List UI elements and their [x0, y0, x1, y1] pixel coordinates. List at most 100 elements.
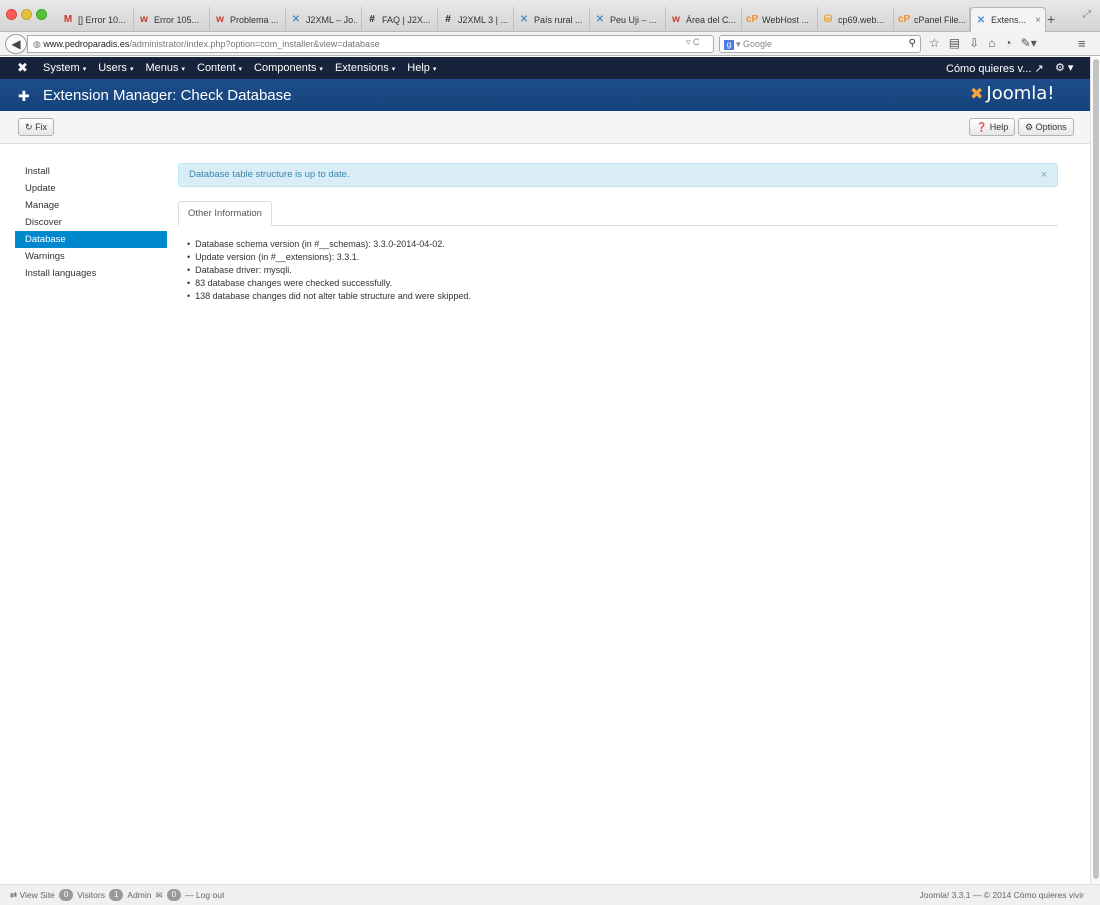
page-header: ✚ Extension Manager: Check Database ✖ Joo… — [0, 79, 1090, 111]
joomla-icon: ✕ — [976, 14, 986, 26]
browser-tab[interactable]: w Problema ... — [210, 7, 286, 32]
site-identity-icon[interactable]: ◍ — [33, 39, 41, 49]
sidebar-item-discover[interactable]: Discover — [15, 214, 167, 231]
browser-tab-label: Peu Uji – ... — [610, 14, 657, 25]
caret-down-icon: ▾ — [391, 66, 396, 73]
menu-item-system[interactable]: System ▾ — [43, 62, 86, 74]
browser-tab[interactable]: ✕ País rural ... — [514, 7, 590, 32]
menu-item-label: System — [43, 62, 80, 74]
hamburger-menu-icon[interactable]: ≡ — [1078, 36, 1086, 51]
menu-item-help[interactable]: Help ▾ — [407, 62, 436, 74]
sidebar-item-update[interactable]: Update — [15, 180, 167, 197]
admin-menu-items: System ▾ Users ▾ Menus ▾ Content ▾ Components ▾ Ex… — [43, 57, 448, 79]
browser-tab[interactable]: ✕ Peu Uji – ... — [590, 7, 666, 32]
envelope-icon[interactable]: ✉ — [156, 890, 163, 901]
url-path: /administrator/index.php?option=com_inst… — [129, 39, 380, 49]
hash-icon: # — [369, 14, 375, 25]
menu-item-menus[interactable]: Menus ▾ — [145, 62, 185, 74]
gear-icon: ⚙ — [1025, 122, 1034, 132]
home-icon[interactable]: ⌂ — [988, 36, 995, 50]
sidebar-item-database[interactable]: Database — [15, 231, 167, 248]
addon-icon[interactable]: ◔ — [1004, 36, 1011, 50]
minimize-window-icon[interactable] — [21, 9, 32, 20]
browser-tab[interactable]: cP WebHost ... — [742, 7, 818, 32]
joomla-admin-menu: ✖ System ▾ Users ▾ Menus ▾ Content ▾ Components ▾… — [0, 57, 1090, 79]
question-icon: ❓ — [976, 122, 988, 132]
menu-item-users[interactable]: Users ▾ — [98, 62, 133, 74]
close-icon[interactable]: × — [1041, 164, 1047, 186]
refresh-icon: ↻ — [25, 122, 33, 132]
toolbar: ↻ Fix ❓ Help ⚙ Options — [0, 111, 1090, 144]
view-site-link[interactable]: ⇄ View Site — [10, 890, 55, 901]
zoom-window-icon[interactable] — [36, 9, 47, 20]
search-input[interactable]: g ▾ Google ⚲ — [719, 35, 921, 53]
sidebar-item-install[interactable]: Install — [15, 163, 167, 180]
reading-list-icon[interactable]: ▤ — [949, 36, 960, 50]
pma-icon: ⛁ — [823, 14, 833, 25]
back-button[interactable]: ◀ — [5, 34, 27, 54]
list-item: 138 database changes did not alter table… — [187, 290, 471, 303]
extension-icon[interactable]: ✎▾ — [1021, 36, 1037, 50]
browser-tab[interactable]: cP cPanel File... — [894, 7, 970, 32]
menu-item-components[interactable]: Components ▾ — [254, 62, 323, 74]
help-button[interactable]: ❓ Help — [969, 118, 1016, 136]
sidebar-item-install-languages[interactable]: Install languages — [15, 265, 167, 282]
url-host: www.pedroparadis.es — [43, 39, 130, 49]
user-menu[interactable]: Cómo quieres v... ↗ — [946, 62, 1044, 75]
fix-label: Fix — [35, 122, 48, 132]
info-alert: Database table structure is up to date. … — [178, 163, 1058, 187]
browser-tab[interactable]: ✕ Extens... × — [970, 7, 1046, 32]
browser-tab-label: cp69.web... — [838, 14, 885, 25]
browser-tab-label: J2XML – Jo... — [306, 14, 357, 25]
fullscreen-icon[interactable]: ⤢ — [1083, 9, 1091, 20]
joomla-brand-label: Joomla! — [986, 83, 1055, 104]
w-icon: w — [672, 14, 680, 25]
new-tab-button[interactable]: + — [1047, 11, 1055, 27]
settings-gear-icon[interactable]: ⚙ ▾ — [1055, 61, 1073, 74]
scrollbar[interactable] — [1090, 57, 1100, 884]
browser-tab[interactable]: # J2XML 3 | ... — [438, 7, 514, 32]
browser-tab-label: J2XML 3 | ... — [458, 14, 509, 25]
list-item: 83 database changes were checked success… — [187, 277, 471, 290]
sidebar-item-warnings[interactable]: Warnings — [15, 248, 167, 265]
sidebar-item-manage[interactable]: Manage — [15, 197, 167, 214]
google-icon[interactable]: g — [724, 40, 734, 50]
download-icon[interactable]: ⇩ — [969, 36, 979, 50]
fix-button[interactable]: ↻ Fix — [18, 118, 55, 136]
joomla-logo-icon[interactable]: ✖ — [17, 60, 28, 76]
reload-icon[interactable]: ▿ C — [686, 37, 700, 48]
browser-tab[interactable]: # FAQ | J2X... — [362, 7, 438, 32]
scrollbar-thumb[interactable] — [1093, 59, 1099, 879]
browser-tab[interactable]: ✕ J2XML – Jo... — [286, 7, 362, 32]
w-icon: w — [216, 14, 224, 25]
tab-other-information[interactable]: Other Information — [178, 201, 272, 226]
address-bar[interactable]: ◍ www.pedroparadis.es/administrator/inde… — [27, 35, 714, 53]
close-tab-icon[interactable]: × — [1035, 15, 1041, 26]
logout-link[interactable]: — Log out — [185, 890, 224, 900]
browser-tab[interactable]: ⛁ cp69.web... — [818, 7, 894, 32]
hash-icon: # — [445, 14, 451, 25]
search-icon[interactable]: ⚲ — [909, 36, 916, 52]
alert-message: Database table structure is up to date. — [189, 169, 350, 180]
caret-down-icon: ▾ — [82, 66, 87, 73]
browser-tab-bar: M [] Error 10... w Error 105... w Problema ..… — [0, 0, 1100, 32]
close-window-icon[interactable] — [6, 9, 17, 20]
caret-down-icon: ▾ — [181, 66, 185, 73]
caret-down-icon: ▾ — [432, 66, 437, 73]
gmail-icon: M — [63, 14, 73, 25]
browser-tab-label: Error 105... — [154, 14, 200, 25]
browser-tab[interactable]: M [] Error 10... — [58, 7, 134, 32]
admin-badge: 1 — [108, 889, 124, 901]
menu-item-content[interactable]: Content ▾ — [197, 62, 242, 74]
browser-tab-label: cPanel File... — [914, 14, 965, 25]
puzzle-icon: ✚ — [18, 88, 30, 104]
options-button[interactable]: ⚙ Options — [1018, 118, 1074, 136]
external-link-icon: ⇄ — [10, 889, 18, 900]
browser-tabs: M [] Error 10... w Error 105... w Problema ..… — [58, 7, 1046, 32]
browser-tab[interactable]: w Área del C... — [666, 7, 742, 32]
menu-item-extensions[interactable]: Extensions ▾ — [335, 62, 395, 74]
menu-item-label: Extensions — [334, 62, 389, 74]
caret-down-icon: ▾ — [129, 66, 134, 73]
browser-tab[interactable]: w Error 105... — [134, 7, 210, 32]
bookmark-star-icon[interactable]: ☆ — [929, 36, 940, 50]
